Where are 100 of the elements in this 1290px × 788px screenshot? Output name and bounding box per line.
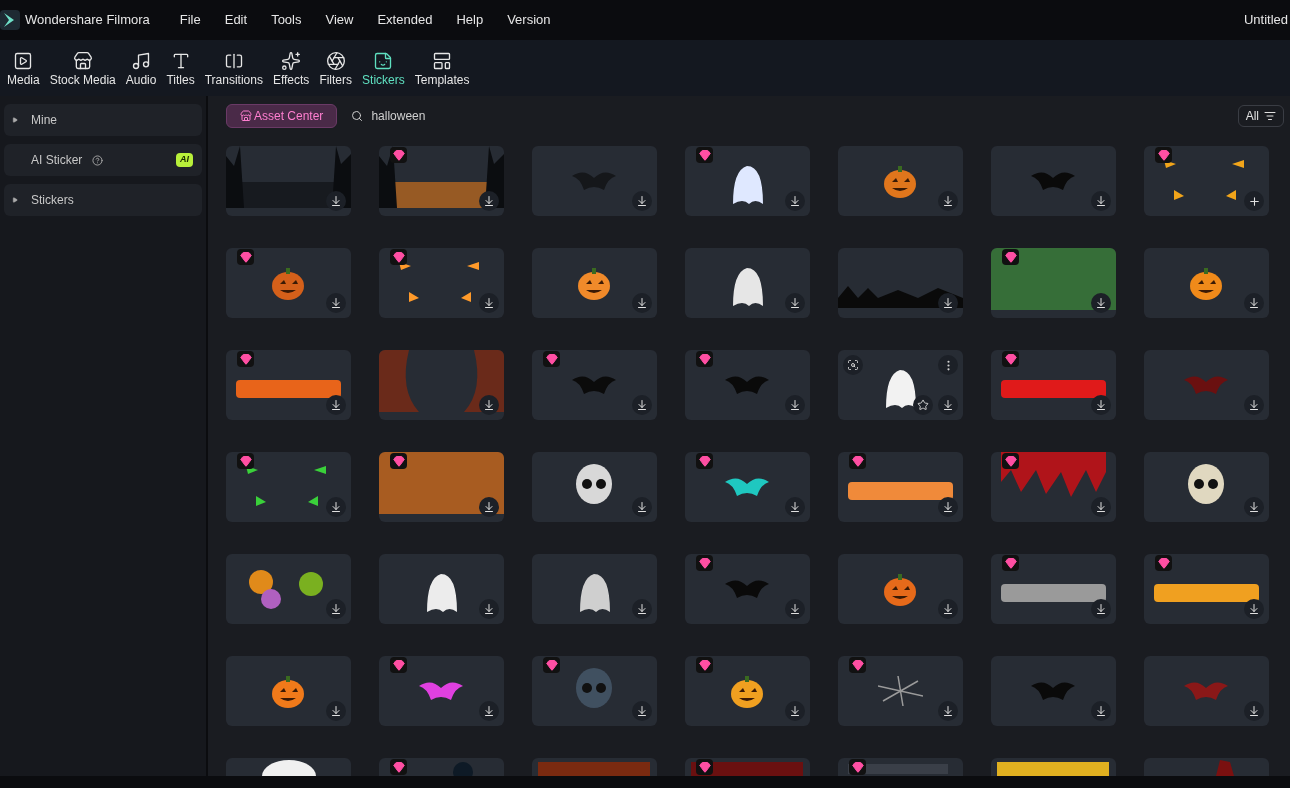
download-icon[interactable] — [1091, 599, 1111, 619]
sticker-card[interactable] — [1144, 248, 1269, 318]
download-icon[interactable] — [479, 191, 499, 211]
menu-item[interactable]: Extended — [377, 10, 433, 30]
search-icon — [351, 110, 364, 122]
toolbar-tab[interactable]: Stickers — [361, 50, 406, 86]
download-icon[interactable] — [1244, 395, 1264, 415]
sidebar-label: Mine — [31, 112, 57, 129]
download-icon[interactable] — [938, 395, 958, 415]
download-icon[interactable] — [326, 293, 346, 313]
sticker-card[interactable] — [1144, 146, 1269, 216]
download-icon[interactable] — [1244, 293, 1264, 313]
download-icon[interactable] — [479, 599, 499, 619]
expand-icon[interactable] — [12, 197, 18, 203]
sidebar-item[interactable]: Mine — [4, 104, 202, 136]
sticker-card[interactable] — [532, 452, 657, 522]
download-icon[interactable] — [938, 191, 958, 211]
zoom-icon[interactable] — [843, 355, 863, 375]
download-icon[interactable] — [326, 599, 346, 619]
download-icon[interactable] — [938, 701, 958, 721]
menu-item[interactable]: Version — [507, 10, 551, 30]
download-icon[interactable] — [326, 395, 346, 415]
download-icon[interactable] — [1244, 599, 1264, 619]
toolbar-tab[interactable]: Audio — [124, 50, 158, 86]
download-icon[interactable] — [1091, 395, 1111, 415]
sidebar-item[interactable]: Stickers — [4, 184, 202, 216]
toolbar-tab[interactable]: Transitions — [203, 50, 264, 86]
store-icon — [240, 110, 252, 122]
sticker-card[interactable] — [379, 554, 504, 624]
download-icon[interactable] — [785, 599, 805, 619]
download-icon[interactable] — [479, 701, 499, 721]
toolbar-tab[interactable]: Titles — [165, 50, 196, 86]
sparkle-icon — [281, 50, 302, 71]
menu-item[interactable]: View — [325, 10, 354, 30]
toolbar-tab[interactable]: Templates — [413, 50, 471, 86]
sticker-card[interactable] — [226, 656, 351, 726]
download-icon[interactable] — [632, 497, 652, 517]
sticker-card[interactable] — [991, 554, 1116, 624]
toolbar-tab[interactable]: Stock Media — [48, 50, 117, 86]
sticker-card[interactable] — [1144, 452, 1269, 522]
toolbar-tab[interactable]: Filters — [318, 50, 354, 86]
template-icon — [432, 50, 453, 71]
download-icon[interactable] — [479, 293, 499, 313]
menu-item[interactable]: File — [179, 10, 201, 30]
music-note-icon — [131, 50, 152, 71]
help-icon[interactable] — [92, 154, 104, 166]
toolbar-tab[interactable]: Media — [6, 50, 41, 86]
download-icon[interactable] — [1091, 497, 1111, 517]
play-square-icon — [13, 50, 34, 71]
logo-icon — [0, 10, 20, 30]
sticker-card[interactable] — [532, 554, 657, 624]
download-icon[interactable] — [1244, 701, 1264, 721]
sticker-card[interactable] — [685, 656, 810, 726]
sticker-card[interactable] — [685, 248, 810, 318]
download-icon[interactable] — [785, 293, 805, 313]
download-icon[interactable] — [1091, 191, 1111, 211]
download-icon[interactable] — [785, 497, 805, 517]
download-icon[interactable] — [632, 395, 652, 415]
download-icon[interactable] — [632, 293, 652, 313]
sticker-card[interactable] — [226, 554, 351, 624]
download-icon[interactable] — [326, 191, 346, 211]
download-icon[interactable] — [938, 599, 958, 619]
sticker-icon — [373, 50, 394, 71]
filter-button[interactable]: All — [1237, 105, 1284, 127]
sticker-card[interactable] — [1144, 554, 1269, 624]
ai-badge: AI — [176, 153, 193, 167]
search-text: halloween — [371, 108, 426, 125]
download-icon[interactable] — [326, 497, 346, 517]
download-icon[interactable] — [938, 497, 958, 517]
sticker-card[interactable] — [532, 248, 657, 318]
download-icon[interactable] — [785, 701, 805, 721]
download-icon[interactable] — [632, 599, 652, 619]
project-title: Untitled — [1243, 11, 1289, 30]
download-icon[interactable] — [1244, 497, 1264, 517]
sticker-card[interactable] — [838, 452, 963, 522]
add-icon[interactable] — [1244, 191, 1264, 211]
sticker-card[interactable] — [838, 350, 963, 420]
menu-item[interactable]: Help — [456, 10, 484, 30]
filter-icon — [1264, 110, 1276, 122]
sidebar-label: Stickers — [31, 192, 74, 209]
menu-item[interactable]: Edit — [224, 10, 248, 30]
aperture-icon — [325, 50, 346, 71]
download-icon[interactable] — [785, 191, 805, 211]
download-icon[interactable] — [326, 701, 346, 721]
download-icon[interactable] — [938, 293, 958, 313]
asset-center-button[interactable]: Asset Center — [226, 104, 338, 128]
sidebar-item[interactable]: AI Sticker AI — [4, 144, 202, 176]
toolbar-tab[interactable]: Effects — [271, 50, 311, 86]
sidebar-label: AI Sticker — [31, 152, 83, 169]
expand-icon[interactable] — [12, 117, 18, 123]
menu-item[interactable]: Tools — [271, 10, 302, 30]
more-icon[interactable] — [938, 355, 958, 375]
app-name: Wondershare Filmora — [25, 11, 150, 30]
download-icon[interactable] — [632, 191, 652, 211]
download-icon[interactable] — [632, 701, 652, 721]
download-icon[interactable] — [1091, 701, 1111, 721]
search-field[interactable]: halloween — [351, 107, 426, 125]
sticker-card[interactable] — [685, 146, 810, 216]
download-icon[interactable] — [785, 395, 805, 415]
sticker-card[interactable] — [685, 452, 810, 522]
